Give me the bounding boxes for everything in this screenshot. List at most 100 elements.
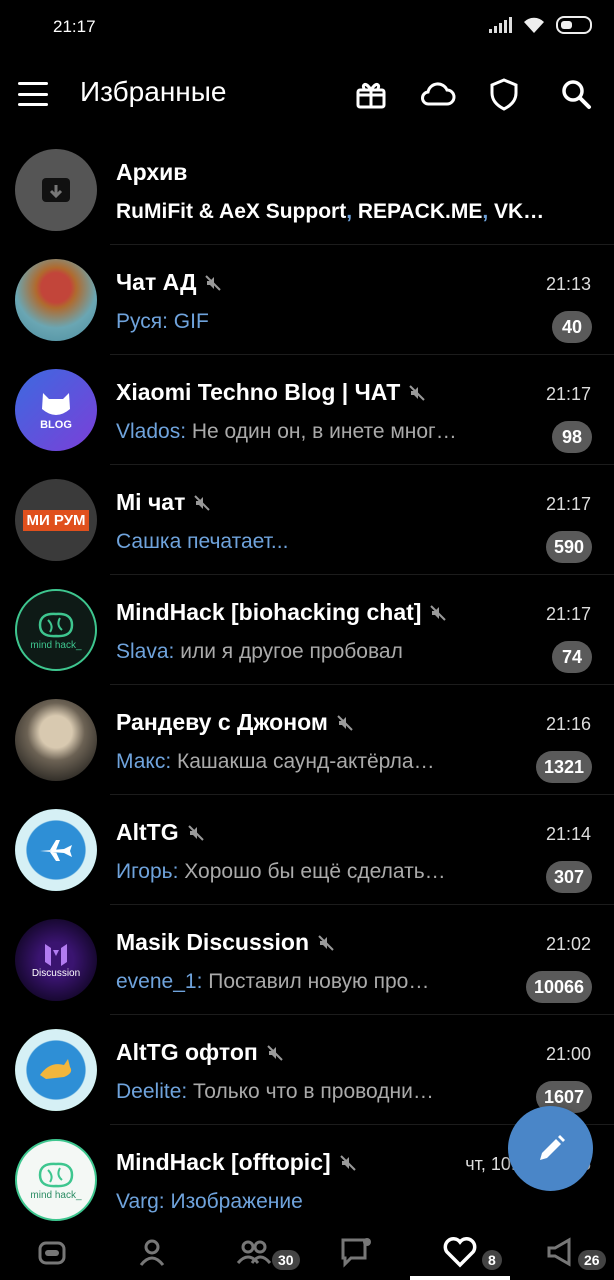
tab-bots[interactable] <box>12 1224 92 1280</box>
chat-preview: Varg: Изображение <box>116 1190 303 1213</box>
chat-name: AltTG <box>116 819 205 846</box>
menu-icon[interactable] <box>18 82 48 106</box>
chat-time: 21:17 <box>545 494 591 514</box>
chat-row[interactable]: BLOG Xiaomi Techno Blog | ЧАТ 21:17 Vlad… <box>0 355 614 465</box>
pencil-icon <box>539 1134 565 1160</box>
chat-row[interactable]: AltTG офтоп 21:00 Deelite: Только что в … <box>0 1015 614 1125</box>
chat-name: AltTG офтоп <box>116 1039 284 1066</box>
bottom-nav: 30 8 26 <box>0 1224 614 1280</box>
chat-name: Архив <box>116 159 188 185</box>
chat-name: Чат АД <box>116 269 222 296</box>
avatar <box>15 149 97 231</box>
chat-preview: evene_1: Поставил новую про… <box>116 970 430 993</box>
avatar: Discussion <box>15 919 97 1001</box>
avatar-text: BLOG <box>40 419 72 431</box>
chat-list: Архив RuMiFit & AeX Support, REPACK.ME, … <box>0 135 614 1235</box>
chat-name: Рандеву с Джоном <box>116 709 354 736</box>
mute-icon <box>318 934 334 951</box>
brain-icon <box>38 612 74 637</box>
gift-icon[interactable] <box>353 76 389 112</box>
plane-icon <box>40 840 72 861</box>
chat-row[interactable]: МИ РУМ Mi чат 21:17 Сашка печатает... 59… <box>0 465 614 575</box>
chat-name: MindHack [biohacking chat] <box>116 599 447 626</box>
tab-chats[interactable] <box>316 1224 396 1280</box>
unread-badge: 590 <box>545 531 592 563</box>
avatar-text: Discussion <box>31 967 81 979</box>
chat-preview: Макс: Кашакша саунд-актёрла… <box>116 750 435 773</box>
channels-badge: 26 <box>578 1250 606 1270</box>
page-title: Избранные <box>80 76 227 107</box>
chat-time: 21:02 <box>545 934 591 954</box>
unread-badge: 307 <box>545 861 592 893</box>
mute-icon <box>267 1044 283 1061</box>
group-icon <box>236 1240 272 1265</box>
tab-groups[interactable]: 30 <box>214 1224 300 1280</box>
user-icon <box>139 1239 165 1266</box>
unread-badge: 40 <box>552 311 592 343</box>
mute-icon <box>187 824 204 841</box>
status-icons <box>489 16 592 34</box>
status-bar: 21:17 <box>0 0 614 56</box>
mute-icon <box>409 384 425 401</box>
mute-icon <box>205 274 222 291</box>
avatar: mind hack_ <box>15 589 97 671</box>
chat-name: MindHack [offtopic] <box>116 1149 357 1176</box>
chat-name: Mi чат <box>116 489 211 516</box>
compose-button[interactable] <box>508 1106 593 1191</box>
avatar-text: mind hack_ <box>30 1189 82 1201</box>
chat-time: 21:14 <box>545 824 591 844</box>
shield-icon[interactable] <box>486 76 522 112</box>
chat-row-archive[interactable]: Архив RuMiFit & AeX Support, REPACK.ME, … <box>0 135 614 245</box>
unread-badge: 1321 <box>535 751 592 783</box>
chat-preview: Slava: или я другое пробовал <box>116 640 403 663</box>
chat-bubble-icon <box>341 1238 371 1268</box>
avatar <box>15 699 97 781</box>
chat-preview: Deelite: Только что в проводни… <box>116 1080 434 1103</box>
mute-icon <box>194 494 211 511</box>
chat-name: Xiaomi Techno Blog | ЧАТ <box>116 379 426 406</box>
tab-channels[interactable]: 26 <box>522 1224 606 1280</box>
archive-icon <box>42 178 70 202</box>
tab-users[interactable] <box>112 1224 192 1280</box>
app-bar: Избранные <box>0 56 614 132</box>
avatar <box>15 259 97 341</box>
mi-bunny-icon <box>42 393 70 415</box>
chat-time: 21:00 <box>545 1044 591 1064</box>
mute-icon <box>339 1154 356 1171</box>
mute-icon <box>337 714 353 731</box>
active-tab-indicator <box>410 1276 510 1280</box>
chat-preview: Игорь: Хорошо бы ещё сделать… <box>116 860 446 883</box>
search-icon[interactable] <box>558 76 594 112</box>
groups-badge: 30 <box>272 1250 300 1270</box>
chat-row[interactable]: Чат АД 21:13 Руся: GIF 40 <box>0 245 614 355</box>
tab-favorites[interactable]: 8 <box>420 1224 502 1280</box>
avatar-text: МИ РУМ <box>23 509 89 531</box>
logo-icon <box>45 943 67 966</box>
chat-time: 21:13 <box>545 274 591 294</box>
brain-icon <box>38 1162 74 1187</box>
battery-icon <box>556 16 592 34</box>
avatar-text: mind hack_ <box>30 639 82 651</box>
chat-preview: Сашка печатает... <box>116 530 289 553</box>
chat-row[interactable]: Discussion Masik Discussion 21:02 evene_… <box>0 905 614 1015</box>
unread-badge: 10066 <box>525 971 592 1003</box>
mute-icon <box>430 604 447 621</box>
chat-preview: Vlados: Не один он, в инете мног… <box>116 420 457 443</box>
chat-row[interactable]: Рандеву с Джоном 21:16 Макс: Кашакша сау… <box>0 685 614 795</box>
heart-icon <box>443 1237 477 1268</box>
favorites-badge: 8 <box>482 1250 502 1270</box>
cloud-icon[interactable] <box>420 76 456 112</box>
avatar: МИ РУМ <box>15 479 97 561</box>
chat-row[interactable]: AltTG 21:14 Игорь: Хорошо бы ещё сделать… <box>0 795 614 905</box>
cat-icon <box>40 1059 72 1079</box>
avatar: mind hack_ <box>15 1139 97 1221</box>
unread-badge: 98 <box>552 421 592 453</box>
wifi-icon <box>524 17 544 33</box>
avatar <box>15 1029 97 1111</box>
avatar: BLOG <box>15 369 97 451</box>
avatar <box>15 809 97 891</box>
bot-icon <box>38 1241 66 1265</box>
signal-icon <box>489 17 512 33</box>
chat-row[interactable]: mind hack_ MindHack [biohacking chat] 21… <box>0 575 614 685</box>
chat-time: 21:17 <box>545 384 591 404</box>
